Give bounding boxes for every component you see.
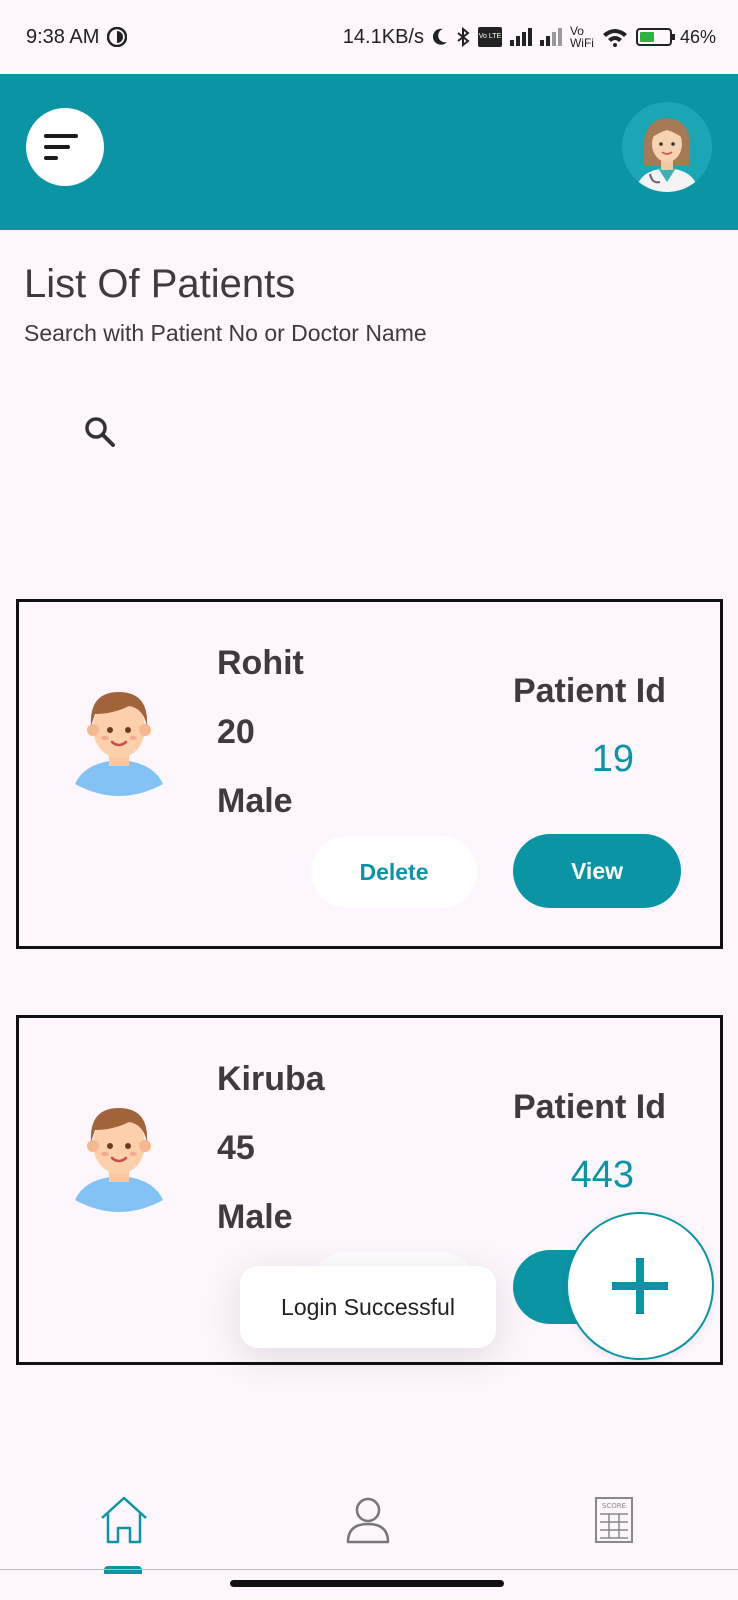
home-icon xyxy=(101,1496,147,1544)
bluetooth-icon xyxy=(457,27,470,47)
notification-icon xyxy=(107,27,128,47)
bottom-nav: SCORE xyxy=(0,1450,738,1574)
patient-age: 45 xyxy=(217,1129,255,1167)
nav-divider xyxy=(0,1569,738,1570)
add-patient-button[interactable] xyxy=(566,1212,714,1360)
patient-avatar-icon xyxy=(75,1108,163,1212)
patient-name: Rohit xyxy=(217,644,304,682)
patient-info: Kiruba 45 Male xyxy=(217,1060,325,1267)
nav-active-indicator xyxy=(104,1566,142,1574)
moon-icon xyxy=(432,28,447,45)
scorecard-icon: SCORE xyxy=(595,1497,633,1543)
patient-gender: Male xyxy=(217,1198,293,1236)
gesture-bar[interactable] xyxy=(230,1580,504,1587)
menu-line-3 xyxy=(44,156,58,160)
menu-line-1 xyxy=(44,134,78,138)
search-icon[interactable] xyxy=(82,414,118,450)
volte-badge: Vo LTE xyxy=(477,27,502,47)
score-label: SCORE xyxy=(602,1502,626,1510)
page-title: List Of Patients xyxy=(24,262,296,306)
nav-scorecard[interactable]: SCORE xyxy=(584,1490,644,1550)
plus-icon xyxy=(612,1258,668,1314)
doctor-avatar-icon xyxy=(622,102,712,192)
page-subtitle: Search with Patient No or Doctor Name xyxy=(24,320,427,346)
signal-strength-2-icon xyxy=(539,28,562,46)
nav-profile[interactable] xyxy=(338,1490,398,1550)
status-left: 9:38 AM xyxy=(26,25,128,49)
patient-age: 20 xyxy=(217,713,255,751)
patient-card: Rohit 20 Male Patient Id 19 Delete View xyxy=(16,599,723,949)
status-bar: 9:38 AM 14.1KB/s Vo LTE Vo WiFi 46% xyxy=(0,0,738,74)
signal-strength-icon xyxy=(509,28,532,46)
status-right: 14.1KB/s Vo LTE Vo WiFi 46% xyxy=(343,25,716,49)
filter-menu-button[interactable] xyxy=(26,108,104,186)
app-bar xyxy=(0,74,738,230)
doctor-avatar[interactable] xyxy=(622,102,712,192)
battery-icon xyxy=(635,28,675,46)
vowifi-label: Vo WiFi xyxy=(569,24,594,50)
menu-line-2 xyxy=(44,145,70,149)
patient-name: Kiruba xyxy=(217,1060,325,1098)
net-speed: 14.1KB/s xyxy=(342,25,424,48)
wifi-icon xyxy=(602,29,627,47)
view-button[interactable]: View xyxy=(513,834,681,908)
patient-gender: Male xyxy=(217,782,293,820)
patient-avatar-icon xyxy=(75,692,163,796)
delete-button[interactable]: Delete xyxy=(311,836,477,908)
nav-home[interactable] xyxy=(94,1490,154,1550)
patient-id-value: 19 xyxy=(591,738,634,780)
status-time: 9:38 AM xyxy=(26,25,100,48)
patient-info: Rohit 20 Male xyxy=(217,644,304,851)
toast-message: Login Successful xyxy=(240,1266,496,1348)
search-input[interactable] xyxy=(124,408,684,456)
patient-id-label: Patient Id xyxy=(512,672,666,710)
patient-id-value: 443 xyxy=(570,1154,634,1196)
battery-level: 46% xyxy=(679,26,716,47)
patient-id-label: Patient Id xyxy=(512,1088,666,1126)
profile-icon xyxy=(346,1497,390,1544)
